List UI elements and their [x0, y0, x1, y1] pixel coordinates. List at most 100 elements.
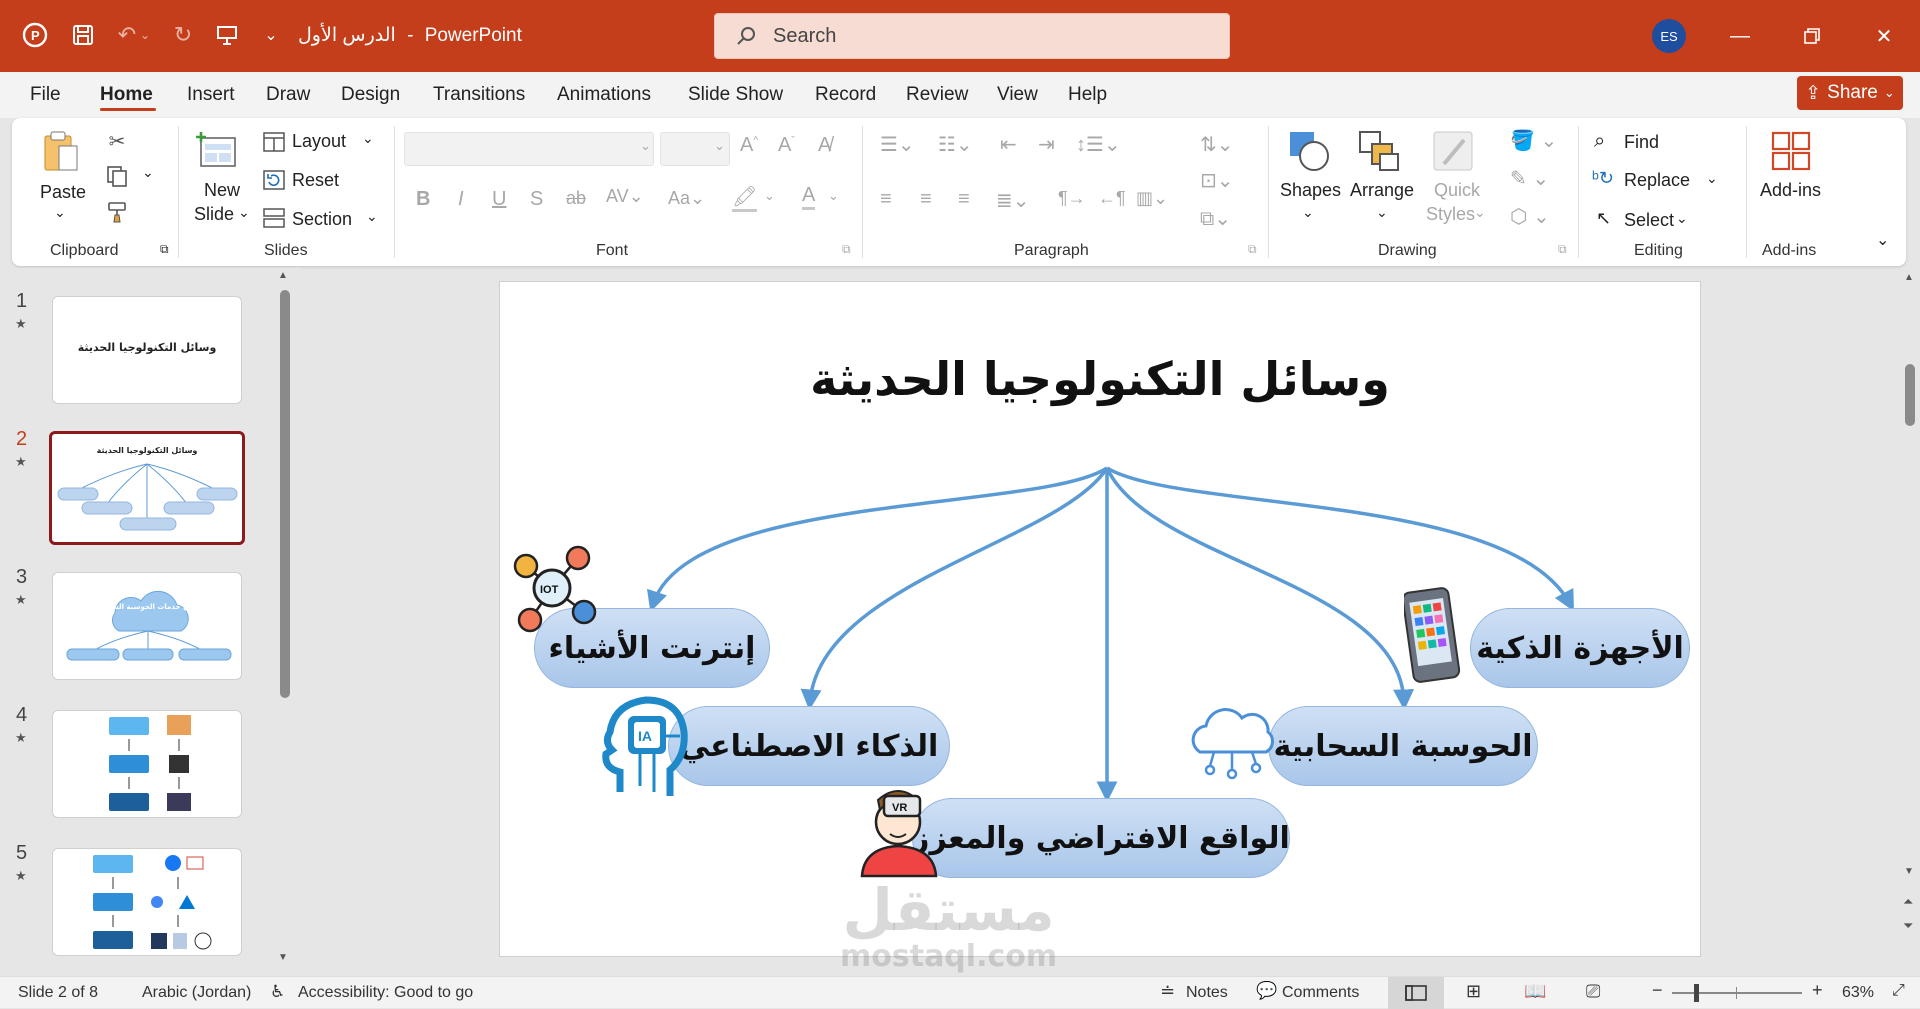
comments-icon[interactable]: 💬 — [1256, 981, 1277, 1001]
slide-thumbnail-5[interactable] — [52, 848, 242, 956]
drawing-launcher-icon[interactable]: ⧉ — [1558, 242, 1567, 257]
zoom-slider-thumb[interactable] — [1694, 984, 1699, 1002]
shapes-icon[interactable] — [1284, 126, 1334, 176]
comments-button[interactable]: Comments — [1282, 984, 1359, 1002]
smartart-icon[interactable]: ⧉⌄ — [1200, 206, 1231, 231]
quick-styles-dropdown-icon[interactable]: ⌄ — [1474, 204, 1486, 221]
character-spacing-icon[interactable]: AV⌄ — [606, 186, 644, 207]
customize-toolbar-icon[interactable]: ⌄ — [254, 18, 288, 52]
new-slide-dropdown-icon[interactable]: ⌄ — [238, 204, 250, 221]
language-status[interactable]: Arabic (Jordan) — [142, 984, 251, 1002]
text-direction-icon[interactable]: ⇅⌄ — [1200, 132, 1234, 157]
scroll-thumb[interactable] — [1905, 364, 1915, 426]
section-icon[interactable] — [262, 206, 286, 230]
undo-dropdown-icon[interactable]: ⌄ — [136, 18, 154, 52]
find-label[interactable]: Find — [1624, 132, 1659, 153]
tab-help[interactable]: Help — [1068, 84, 1107, 106]
change-case-icon[interactable]: Aa⌄ — [668, 188, 705, 209]
section-label[interactable]: Section — [292, 209, 352, 230]
ltr-icon[interactable]: ¶→ — [1058, 188, 1086, 209]
accessibility-icon[interactable]: ♿ — [270, 982, 285, 1002]
font-launcher-icon[interactable]: ⧉ — [842, 242, 851, 257]
previous-slide-icon[interactable]: ⏶ — [1903, 894, 1913, 910]
highlight-dropdown-icon[interactable]: ⌄ — [764, 188, 775, 204]
tab-slide-show[interactable]: Slide Show — [688, 84, 783, 106]
align-right-icon[interactable]: ≡ — [958, 188, 970, 211]
font-color-dropdown-icon[interactable]: ⌄ — [828, 188, 839, 204]
align-text-icon[interactable]: ⊡⌄ — [1200, 168, 1234, 193]
new-slide-label[interactable]: New — [204, 180, 240, 201]
font-name-dropdown-icon[interactable]: ⌄ — [640, 138, 651, 154]
tab-home[interactable]: Home — [100, 84, 153, 106]
underline-icon[interactable]: U — [492, 188, 506, 211]
paste-label[interactable]: Paste — [40, 182, 86, 203]
notes-button[interactable]: Notes — [1186, 984, 1228, 1002]
node-cloud[interactable]: الحوسبة السحابية — [1268, 706, 1538, 786]
scroll-up-icon[interactable]: ▲ — [278, 270, 288, 281]
font-color-icon[interactable]: A — [802, 184, 816, 210]
search-box[interactable]: Search — [714, 13, 1230, 59]
scroll-down-icon[interactable]: ▼ — [1904, 866, 1914, 877]
cut-icon[interactable]: ✂ — [104, 128, 130, 154]
fit-to-window-icon[interactable]: ⤢ — [1892, 982, 1905, 1000]
quick-styles-label[interactable]: Quick — [1434, 180, 1480, 201]
reset-icon[interactable] — [262, 168, 286, 192]
add-ins-icon[interactable] — [1766, 126, 1816, 176]
strikethrough-icon[interactable]: ab — [566, 188, 586, 209]
save-icon[interactable] — [66, 18, 100, 52]
reading-view-icon[interactable]: 📖 — [1524, 981, 1546, 1002]
slide-thumbnail-4[interactable] — [52, 710, 242, 818]
paste-dropdown-icon[interactable]: ⌄ — [54, 204, 66, 221]
tab-review[interactable]: Review — [906, 84, 968, 106]
shapes-dropdown-icon[interactable]: ⌄ — [1302, 204, 1314, 221]
scroll-down-icon[interactable]: ▼ — [278, 952, 288, 963]
present-icon[interactable] — [210, 18, 244, 52]
increase-font-icon[interactable]: A^ — [740, 134, 758, 157]
font-name-box[interactable] — [404, 132, 654, 166]
clipboard-launcher-icon[interactable]: ⧉ — [160, 242, 169, 257]
normal-view-button[interactable] — [1388, 977, 1444, 1009]
redo-icon[interactable]: ↻ — [166, 18, 200, 52]
find-icon[interactable]: ⌕ — [1594, 130, 1605, 153]
notes-icon[interactable]: ≐ — [1160, 981, 1175, 1002]
zoom-in-icon[interactable]: + — [1812, 980, 1823, 1001]
format-painter-icon[interactable] — [102, 198, 132, 226]
replace-label[interactable]: Replace — [1624, 170, 1690, 191]
layout-dropdown-icon[interactable]: ⌄ — [362, 130, 374, 147]
decrease-font-icon[interactable]: Aˇ — [778, 134, 795, 157]
tab-file[interactable]: File — [30, 84, 61, 106]
scroll-up-icon[interactable]: ▲ — [1904, 272, 1914, 283]
reset-label[interactable]: Reset — [292, 170, 339, 191]
accessibility-status[interactable]: Accessibility: Good to go — [298, 984, 473, 1002]
shapes-label[interactable]: Shapes — [1280, 180, 1341, 201]
italic-icon[interactable]: I — [458, 188, 464, 211]
zoom-level[interactable]: 63% — [1842, 984, 1874, 1002]
tab-draw[interactable]: Draw — [266, 84, 310, 106]
section-dropdown-icon[interactable]: ⌄ — [366, 208, 378, 225]
slide-thumbnail-3[interactable]: أنواع خدمات الحوسبة السحابية — [52, 572, 242, 680]
align-left-icon[interactable]: ≡ — [880, 188, 892, 211]
node-smart-devices[interactable]: الأجهزة الذكية — [1470, 608, 1690, 688]
clear-formatting-icon[interactable]: A̸ — [818, 134, 831, 157]
highlight-icon[interactable]: 🖍 — [732, 184, 758, 212]
user-avatar[interactable]: ES — [1652, 19, 1686, 53]
arrange-icon[interactable] — [1354, 126, 1404, 176]
node-ai[interactable]: الذكاء الاصطناعي — [668, 706, 950, 786]
share-button[interactable]: ⇪ Share ⌄ — [1797, 76, 1903, 110]
tab-view[interactable]: View — [997, 84, 1038, 106]
rtl-icon[interactable]: ←¶ — [1098, 188, 1126, 209]
arrange-label[interactable]: Arrange — [1350, 180, 1414, 201]
shadow-icon[interactable]: S — [530, 188, 543, 211]
bullets-icon[interactable]: ☰⌄ — [880, 132, 915, 157]
slide-thumbnail-2[interactable]: وسائل التكنولوجيا الحديثة — [49, 431, 245, 545]
new-slide-label-2[interactable]: Slide — [194, 204, 234, 225]
quick-styles-label-2[interactable]: Styles — [1426, 204, 1475, 225]
collapse-ribbon-icon[interactable]: ⌄ — [1876, 230, 1889, 250]
quick-styles-icon[interactable] — [1428, 126, 1478, 176]
justify-icon[interactable]: ≣⌄ — [996, 188, 1030, 213]
close-icon[interactable]: ✕ — [1864, 20, 1904, 52]
copy-icon[interactable] — [102, 162, 132, 190]
tab-design[interactable]: Design — [341, 84, 400, 106]
restore-icon[interactable] — [1792, 20, 1832, 52]
select-cursor-icon[interactable]: ↖ — [1596, 208, 1611, 229]
